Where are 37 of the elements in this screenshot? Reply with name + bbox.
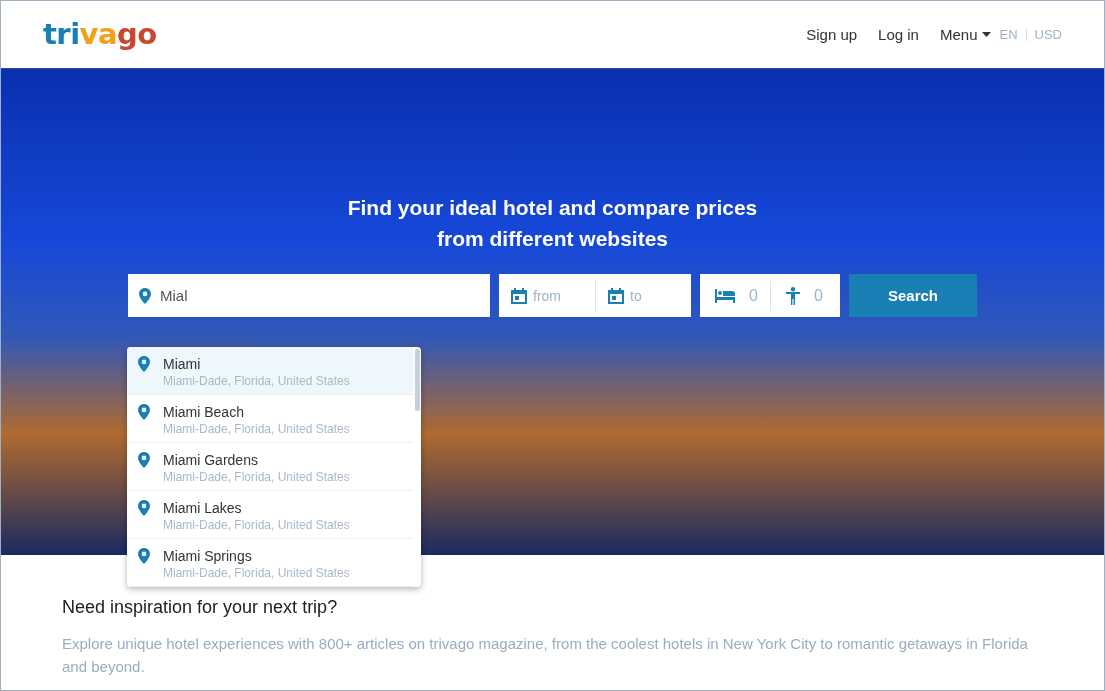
section-description: Explore unique hotel experiences with 800+ articles on trivago magazine, from the coolest hotels in New York City to romantic getaways in Florida and beyond. xyxy=(62,634,1029,677)
search-button[interactable]: Search xyxy=(849,274,977,317)
suggestion-name: Miami xyxy=(163,355,202,373)
calendar-icon xyxy=(608,287,624,304)
menu-button[interactable]: Menu xyxy=(939,26,992,43)
location-pin-icon xyxy=(139,288,151,304)
section-title: Need inspiration for your next trip? xyxy=(62,597,339,618)
location-pin-icon xyxy=(138,548,150,564)
location-pin-icon xyxy=(138,500,150,516)
suggestion-region: Miami-Dade, Florida, United States xyxy=(163,421,350,437)
suggestion-region: Miami-Dade, Florida, United States xyxy=(163,469,350,485)
suggestion-region: Miami-Dade, Florida, United States xyxy=(163,517,350,533)
person-icon xyxy=(786,286,800,305)
suggestion-name: Miami Beach xyxy=(163,403,245,421)
suggestion-region: Miami-Dade, Florida, United States xyxy=(163,565,350,581)
suggestion-item[interactable]: Miami Gardens Miami-Dade, Florida, United States xyxy=(127,443,413,491)
hero-headline: from different websites xyxy=(435,226,669,252)
location-pin-icon xyxy=(138,452,150,468)
bed-icon xyxy=(715,288,735,303)
suggestion-item[interactable]: Miami Lakes Miami-Dade, Florida, United States xyxy=(127,491,413,539)
caret-icon xyxy=(982,32,992,37)
nav-link[interactable]: Log in xyxy=(878,26,919,43)
suggestion-name: Miami Springs xyxy=(163,547,253,565)
scrollbar-thumb[interactable] xyxy=(415,349,420,411)
location-pin-icon xyxy=(138,404,150,420)
nav-link[interactable]: Sign up xyxy=(806,26,858,43)
suggestion-item[interactable]: Miami Beach Miami-Dade, Florida, United States xyxy=(127,395,413,443)
suggestion-item[interactable]: Miami Miami-Dade, Florida, United States xyxy=(127,347,413,395)
hero-headline: Find your ideal hotel and compare prices xyxy=(347,195,758,221)
suggestion-name: Miami Lakes xyxy=(163,499,243,517)
trivago-logo[interactable]: trivago xyxy=(43,16,157,51)
suggestion-item[interactable]: Miami Springs Miami-Dade, Florida, United States xyxy=(127,539,413,587)
location-pin-icon xyxy=(138,356,150,372)
destination-field[interactable]: Mial xyxy=(128,274,490,317)
calendar-icon xyxy=(511,287,527,304)
suggestion-region: Miami-Dade, Florida, United States xyxy=(163,373,350,389)
suggestion-name: Miami Gardens xyxy=(163,451,259,469)
